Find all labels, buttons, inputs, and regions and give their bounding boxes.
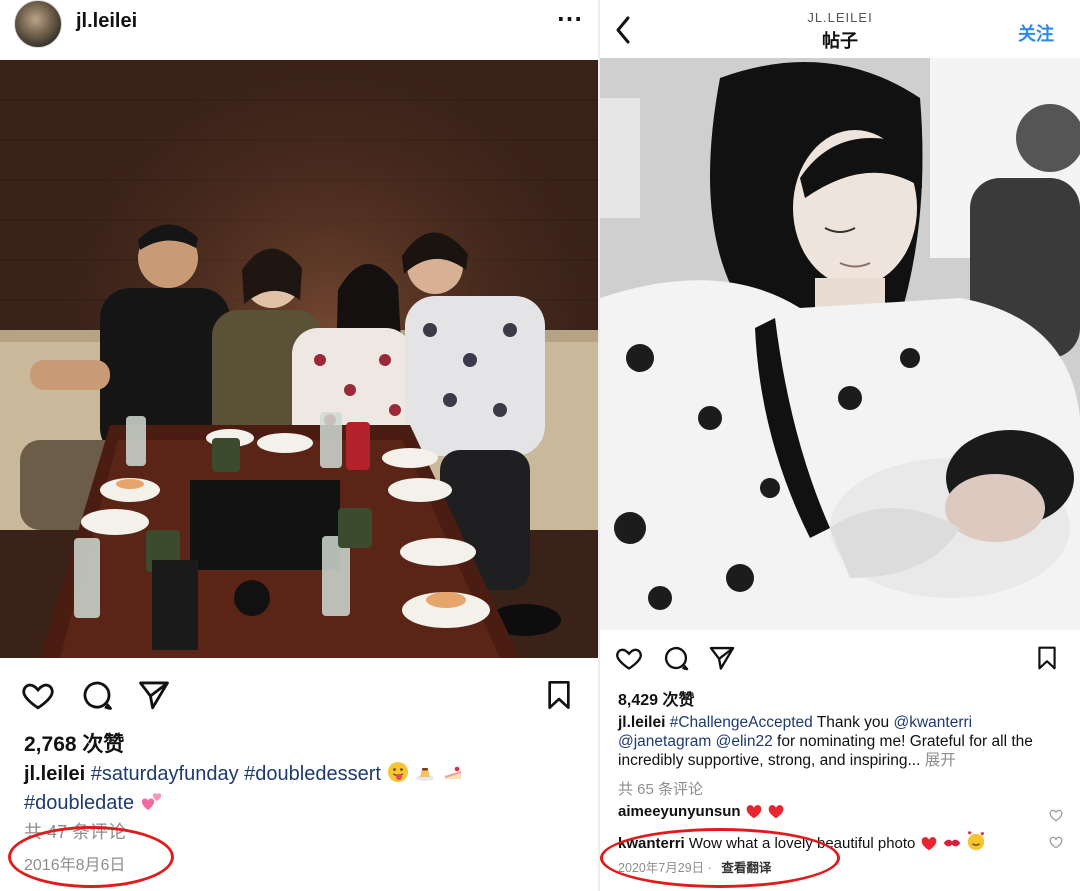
left-post: jl.leilei ⋯ 2,768 次赞 jl.leilei #saturday…: [0, 0, 598, 891]
kiss-mark-emoji: [942, 835, 962, 855]
right-action-bar: [600, 644, 1080, 676]
mention[interactable]: @janetagram: [618, 733, 711, 750]
highlight-oval: [8, 826, 174, 888]
share-icon[interactable]: [708, 644, 736, 672]
two-hearts-emoji: [140, 790, 164, 819]
tongue-face-emoji: [387, 761, 409, 790]
mention[interactable]: @kwanterri: [894, 714, 973, 731]
screenshot-composite: jl.leilei ⋯ 2,768 次赞 jl.leilei #saturday…: [0, 0, 1080, 891]
dinner-scene-illustration: [0, 60, 598, 658]
heart-emoji: [745, 803, 763, 823]
heart-emoji: [767, 803, 785, 823]
hashtag[interactable]: #saturdayfunday: [91, 763, 239, 785]
hashtag[interactable]: #doubledessert: [244, 763, 381, 785]
comment-like-heart-icon[interactable]: [1048, 835, 1064, 849]
comment-item: aimeeyunyunsun: [618, 803, 1068, 823]
expand-link[interactable]: 展开: [925, 752, 956, 769]
avatar[interactable]: [14, 0, 62, 48]
caption-username[interactable]: jl.leilei: [618, 714, 665, 731]
caption-text: Thank you: [816, 714, 890, 731]
smiling-hearts-emoji: [966, 831, 986, 855]
post-photo[interactable]: [0, 60, 598, 658]
cake-emoji: [442, 761, 464, 790]
page-title: 帖子: [822, 31, 858, 51]
more-horizontal-icon[interactable]: ⋯: [554, 5, 586, 32]
post-caption: jl.leilei #ChallengeAccepted Thank you @…: [618, 713, 1068, 770]
follow-button[interactable]: 关注: [1018, 20, 1054, 46]
left-action-bar: [0, 676, 598, 716]
header-username: JL.LEILEI: [807, 10, 873, 25]
right-post: JL.LEILEI 帖子 关注 8,429 次赞 jl.leilei #Chal…: [600, 0, 1080, 891]
highlight-oval: [600, 828, 840, 888]
comment-icon[interactable]: [80, 678, 114, 712]
like-count[interactable]: 8,429 次赞: [618, 686, 695, 710]
view-comments-link[interactable]: 共 65 条评论: [618, 778, 703, 799]
comment-like-heart-icon[interactable]: [1048, 808, 1064, 822]
post-photo[interactable]: [600, 58, 1080, 630]
mother-baby-illustration: [600, 58, 1080, 630]
caption-username[interactable]: jl.leilei: [24, 763, 85, 785]
comment-icon[interactable]: [662, 644, 690, 672]
left-post-header: jl.leilei ⋯: [0, 0, 598, 58]
bookmark-icon[interactable]: [543, 678, 575, 712]
like-count[interactable]: 2,768 次赞: [24, 728, 124, 758]
post-username[interactable]: jl.leilei: [76, 10, 137, 33]
heart-icon[interactable]: [20, 678, 56, 712]
post-caption: jl.leilei #saturdayfunday #doubledessert…: [24, 761, 584, 819]
share-icon[interactable]: [137, 678, 171, 712]
comment-username[interactable]: aimeeyunyunsun: [618, 803, 741, 820]
hashtag[interactable]: #ChallengeAccepted: [670, 714, 813, 731]
pudding-emoji: [414, 761, 436, 790]
hashtag[interactable]: #doubledate: [24, 792, 134, 814]
mention[interactable]: @elin22: [716, 733, 773, 750]
bookmark-icon[interactable]: [1034, 644, 1060, 672]
heart-icon[interactable]: [614, 644, 644, 672]
heart-emoji: [920, 835, 938, 855]
